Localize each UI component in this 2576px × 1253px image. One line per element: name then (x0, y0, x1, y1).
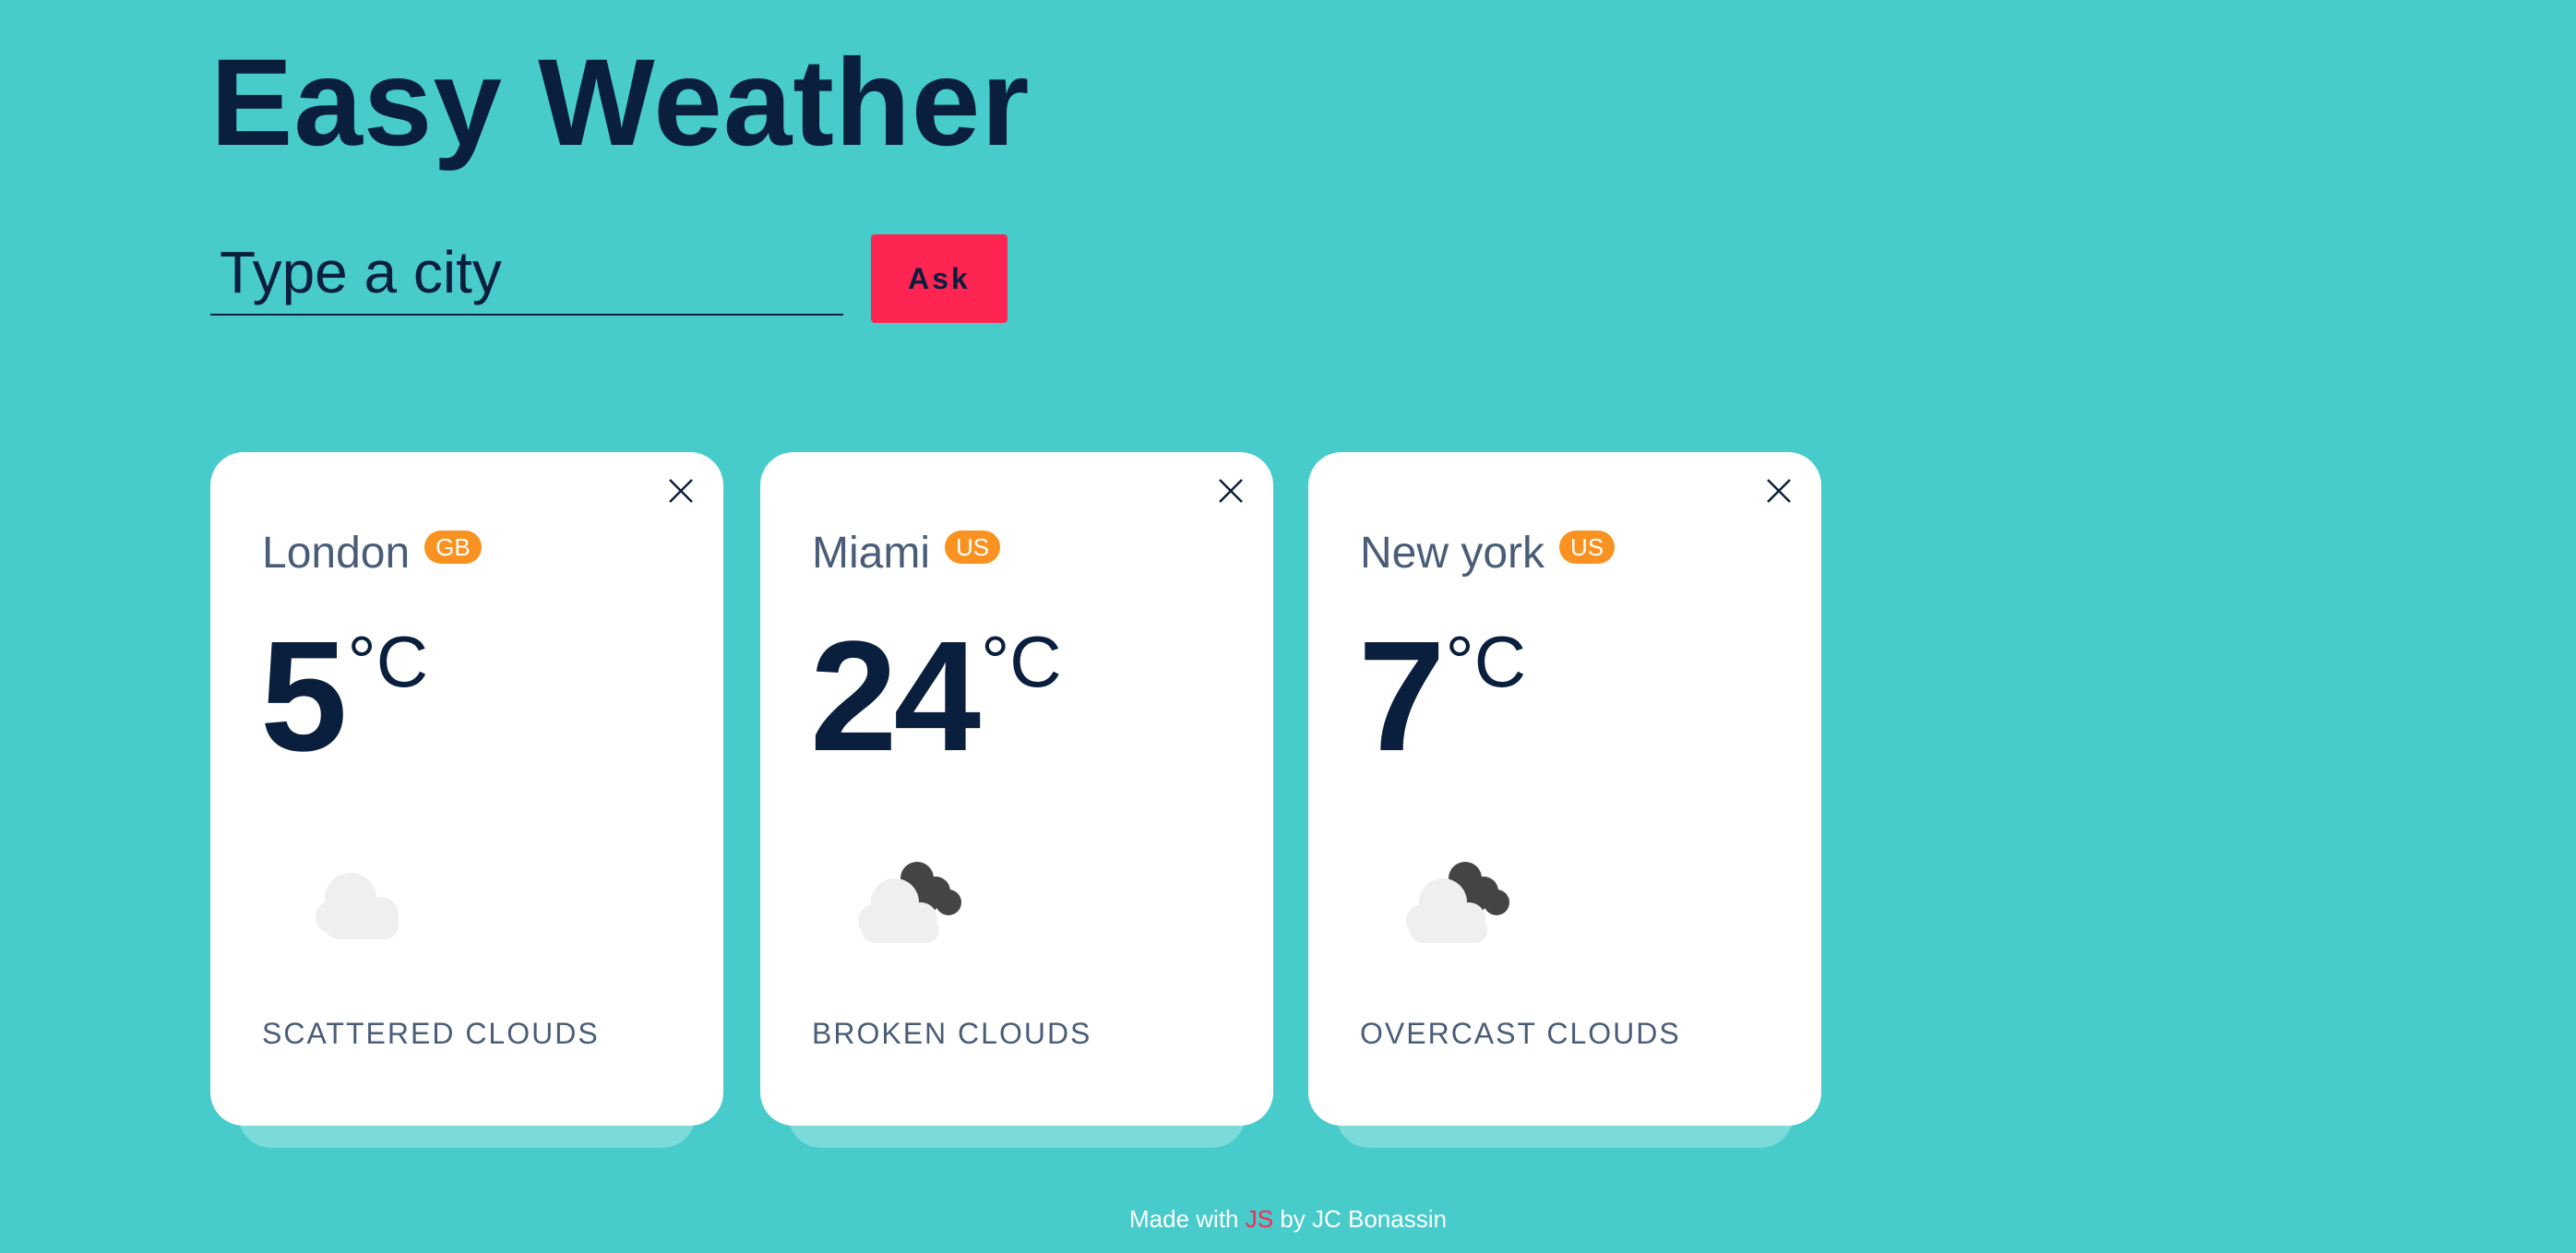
app-title: Easy Weather (210, 34, 1031, 172)
temperature-value: 7 (1358, 609, 1446, 784)
weather-card-miami: Miami US 24 °C Broken clouds (760, 452, 1273, 1148)
close-icon[interactable] (1759, 471, 1799, 511)
weather-card: Miami US 24 °C Broken clouds (760, 452, 1273, 1126)
weather-card: New york US 7 °C Overcast clouds (1308, 452, 1821, 1126)
temperature-value: 5 (260, 609, 348, 784)
city-name: New york (1360, 529, 1545, 578)
weather-description: Scattered clouds (262, 1017, 600, 1050)
scattered-clouds-icon (316, 873, 399, 939)
country-badge: US (945, 530, 1001, 564)
footer-js-link: JS (1245, 1205, 1274, 1233)
city-search-input[interactable] (210, 231, 843, 316)
city-name: Miami (812, 529, 930, 578)
country-badge: US (1559, 530, 1616, 564)
city-row: New york US (1360, 528, 1616, 579)
temperature-unit: °C (347, 621, 429, 702)
ask-button[interactable]: Ask (871, 234, 1008, 323)
temperature: 5 °C (260, 618, 428, 775)
temperature-value: 24 (810, 609, 981, 784)
weather-card: London GB 5 °C Scattered clouds (210, 452, 723, 1126)
footer-prefix: Made with (1129, 1205, 1246, 1233)
city-name: London (262, 529, 411, 578)
city-row: London GB (262, 528, 482, 579)
weather-description: Overcast clouds (1360, 1017, 1681, 1050)
weather-card-new-york: New york US 7 °C Overcast clouds (1308, 452, 1821, 1148)
weather-card-london: London GB 5 °C Scattered clouds (210, 452, 723, 1148)
close-icon[interactable] (661, 471, 701, 511)
broken-clouds-icon (858, 862, 961, 943)
temperature-unit: °C (981, 621, 1062, 702)
footer: Made with JS by JC Bonassin (0, 1205, 2576, 1234)
country-badge: GB (424, 530, 482, 564)
overcast-clouds-icon (1406, 862, 1509, 943)
footer-suffix: by JC Bonassin (1273, 1205, 1447, 1233)
temperature: 24 °C (810, 618, 1062, 775)
temperature-unit: °C (1445, 621, 1527, 702)
weather-description: Broken clouds (812, 1017, 1092, 1050)
city-row: Miami US (812, 528, 1001, 579)
close-icon[interactable] (1210, 471, 1251, 511)
temperature: 7 °C (1358, 618, 1526, 775)
